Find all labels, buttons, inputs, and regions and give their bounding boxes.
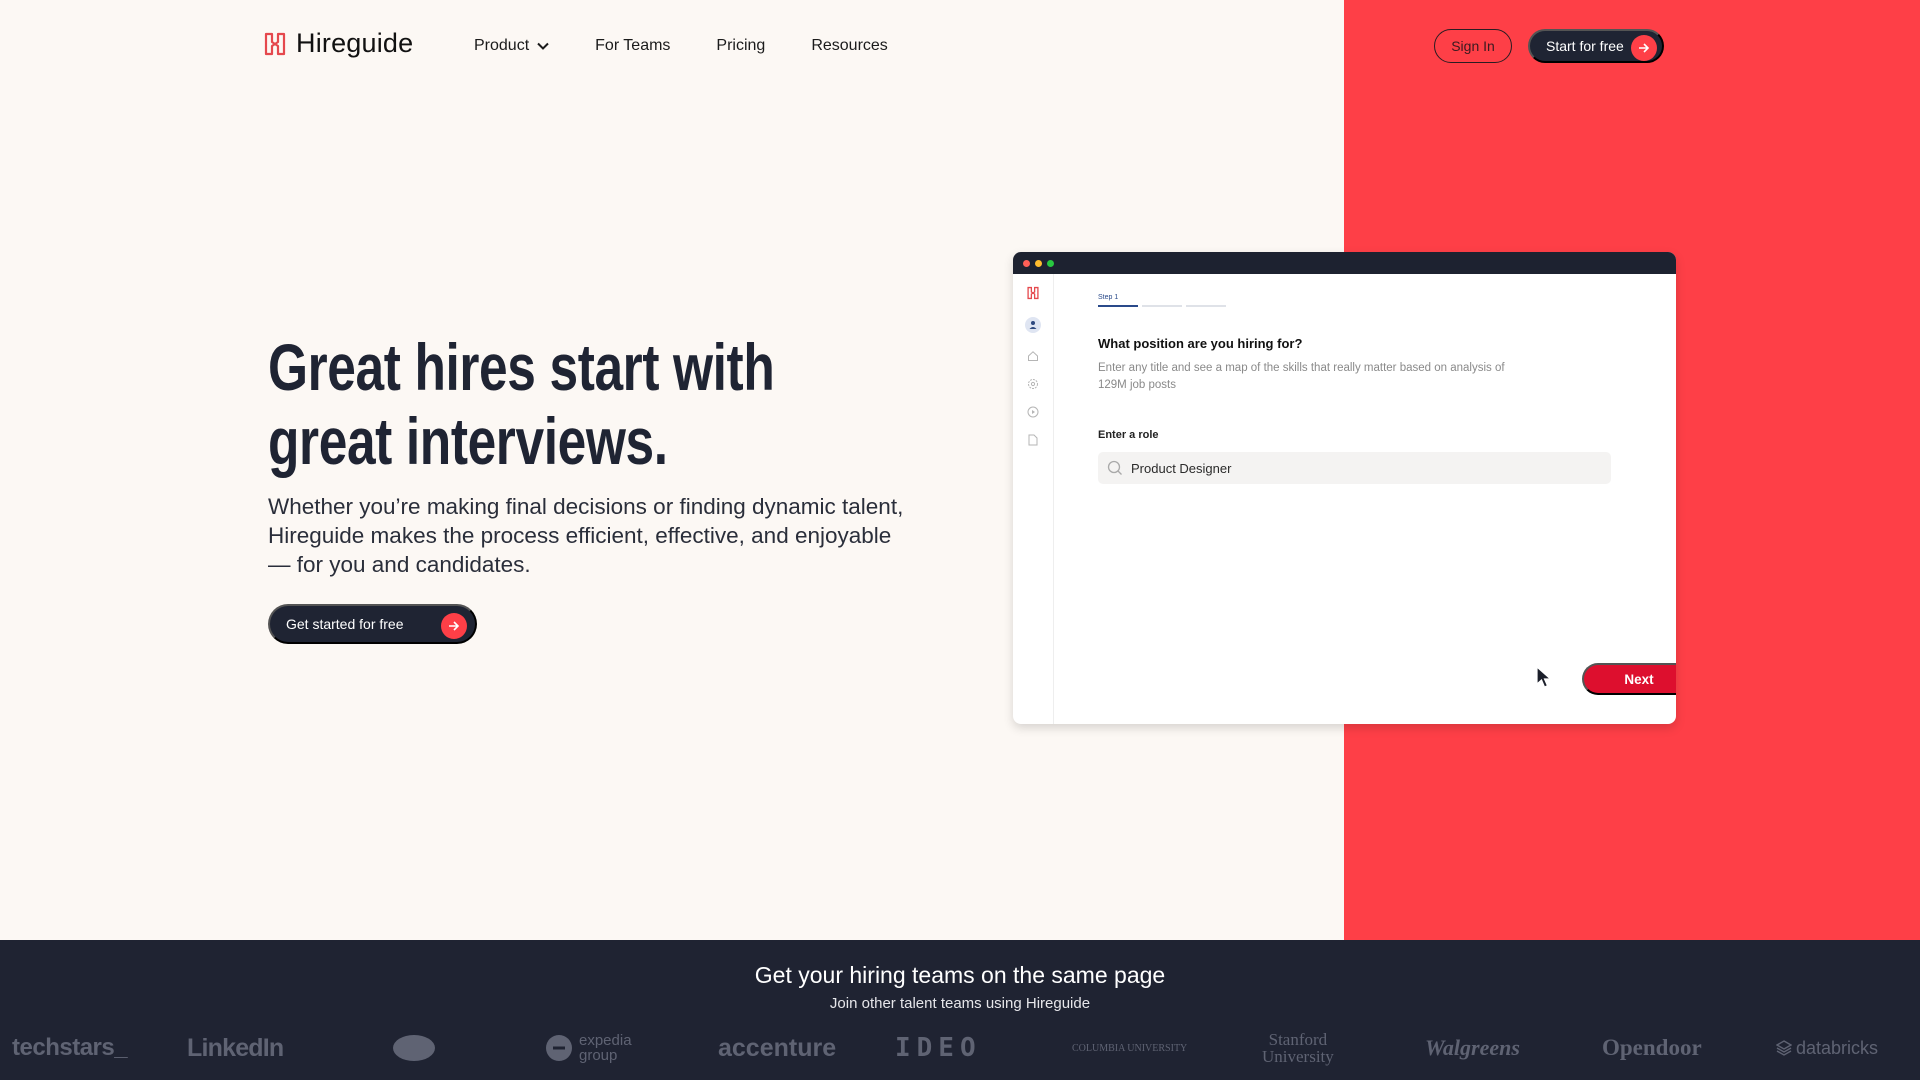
product-mockup-window: Step 1 What position are you hiring for?… bbox=[1013, 252, 1676, 724]
mockup-sidebar bbox=[1013, 274, 1054, 724]
question-title: What position are you hiring for? bbox=[1098, 336, 1303, 351]
mockup-content: Step 1 What position are you hiring for?… bbox=[1098, 274, 1676, 724]
logo-ideo: IDEO bbox=[895, 1033, 982, 1063]
step-bar-3 bbox=[1186, 305, 1226, 307]
band-title: Get your hiring teams on the same page bbox=[754, 962, 1166, 988]
logo-databricks: databricks bbox=[1776, 1028, 1878, 1068]
brand-logo[interactable]: Hireguide bbox=[264, 28, 413, 59]
chevron-down-icon bbox=[537, 42, 549, 50]
arrow-right-icon bbox=[1631, 35, 1657, 61]
logo-accenture: accenture bbox=[718, 1033, 837, 1062]
logo-techstars: techstars_ bbox=[12, 1034, 128, 1061]
logo-stanford: Stanford University bbox=[1262, 1030, 1334, 1066]
home-icon[interactable] bbox=[1027, 350, 1039, 362]
question-description: Enter any title and see a map of the ski… bbox=[1098, 362, 1505, 391]
hero-title-line-1: Great hires start with bbox=[268, 330, 775, 404]
search-icon bbox=[1107, 460, 1122, 475]
mouse-cursor-icon bbox=[1536, 665, 1553, 688]
window-maximize-dot bbox=[1047, 259, 1054, 267]
hero-title-line-2: great interviews. bbox=[268, 404, 668, 478]
nav-pricing-label: Pricing bbox=[716, 37, 766, 54]
nav-pricing[interactable]: Pricing bbox=[716, 37, 765, 55]
nav-for-teams-label: For Teams bbox=[595, 37, 671, 54]
document-icon[interactable] bbox=[1028, 434, 1038, 446]
get-started-label: Get started for free bbox=[286, 616, 404, 632]
logo-databricks-text: databricks bbox=[1796, 1037, 1879, 1058]
arrow-right-icon bbox=[441, 613, 467, 639]
databricks-icon bbox=[1776, 1040, 1792, 1056]
role-input-value: Product Designer bbox=[1131, 460, 1232, 476]
play-icon[interactable] bbox=[1027, 406, 1039, 418]
main-nav: Product For Teams Pricing Resources bbox=[474, 37, 888, 55]
start-for-free-label: Start for free bbox=[1546, 38, 1624, 54]
hireguide-logo-icon bbox=[1027, 286, 1039, 300]
hireguide-logo-icon bbox=[264, 32, 286, 55]
customer-logos: techstars_ LinkedIn expedia group accent… bbox=[0, 1028, 1920, 1068]
logo-opendoor: Opendoor bbox=[1602, 1035, 1702, 1060]
role-field-label: Enter a role bbox=[1098, 429, 1159, 441]
nav-for-teams[interactable]: For Teams bbox=[595, 37, 670, 55]
start-for-free-button[interactable]: Start for free bbox=[1528, 29, 1664, 63]
user-icon[interactable] bbox=[1025, 317, 1041, 333]
role-search-input[interactable]: Product Designer bbox=[1098, 452, 1611, 484]
logo-expedia: expedia group bbox=[545, 1028, 639, 1068]
step-bar-2 bbox=[1142, 305, 1182, 307]
nav-product[interactable]: Product bbox=[474, 37, 549, 55]
expedia-e-icon bbox=[546, 1035, 572, 1061]
nav-product-label: Product bbox=[474, 37, 530, 54]
hero-title: Great hires start with great interviews. bbox=[268, 330, 830, 478]
window-close-dot bbox=[1023, 259, 1030, 267]
gear-icon[interactable] bbox=[1027, 378, 1039, 390]
social-proof-band: Get your hiring teams on the same page J… bbox=[0, 940, 1920, 1080]
get-started-button[interactable]: Get started for free bbox=[268, 604, 477, 644]
salesforce-cloud-icon bbox=[393, 1035, 435, 1061]
step-bar-1 bbox=[1098, 305, 1138, 307]
window-titlebar bbox=[1013, 252, 1676, 274]
logo-columbia: Columbia University bbox=[1072, 1042, 1188, 1054]
nav-resources[interactable]: Resources bbox=[811, 37, 887, 55]
sign-in-button[interactable]: Sign In bbox=[1434, 29, 1512, 63]
logo-walgreens: Walgreens bbox=[1425, 1035, 1520, 1060]
hero-subtitle: Whether you’re making final decisions or… bbox=[268, 494, 904, 577]
logo-linkedin: LinkedIn bbox=[187, 1033, 284, 1062]
window-minimize-dot bbox=[1035, 259, 1042, 267]
next-button[interactable]: Next bbox=[1582, 663, 1676, 695]
brand-name: Hireguide bbox=[296, 28, 414, 58]
nav-resources-label: Resources bbox=[811, 37, 888, 54]
logo-salesforce bbox=[392, 1028, 436, 1068]
step-progress bbox=[1098, 305, 1226, 307]
step-label: Step 1 bbox=[1098, 294, 1119, 301]
logo-expedia-text: expedia group bbox=[579, 1032, 632, 1064]
band-subtitle: Join other talent teams using Hireguide bbox=[829, 995, 1091, 1012]
